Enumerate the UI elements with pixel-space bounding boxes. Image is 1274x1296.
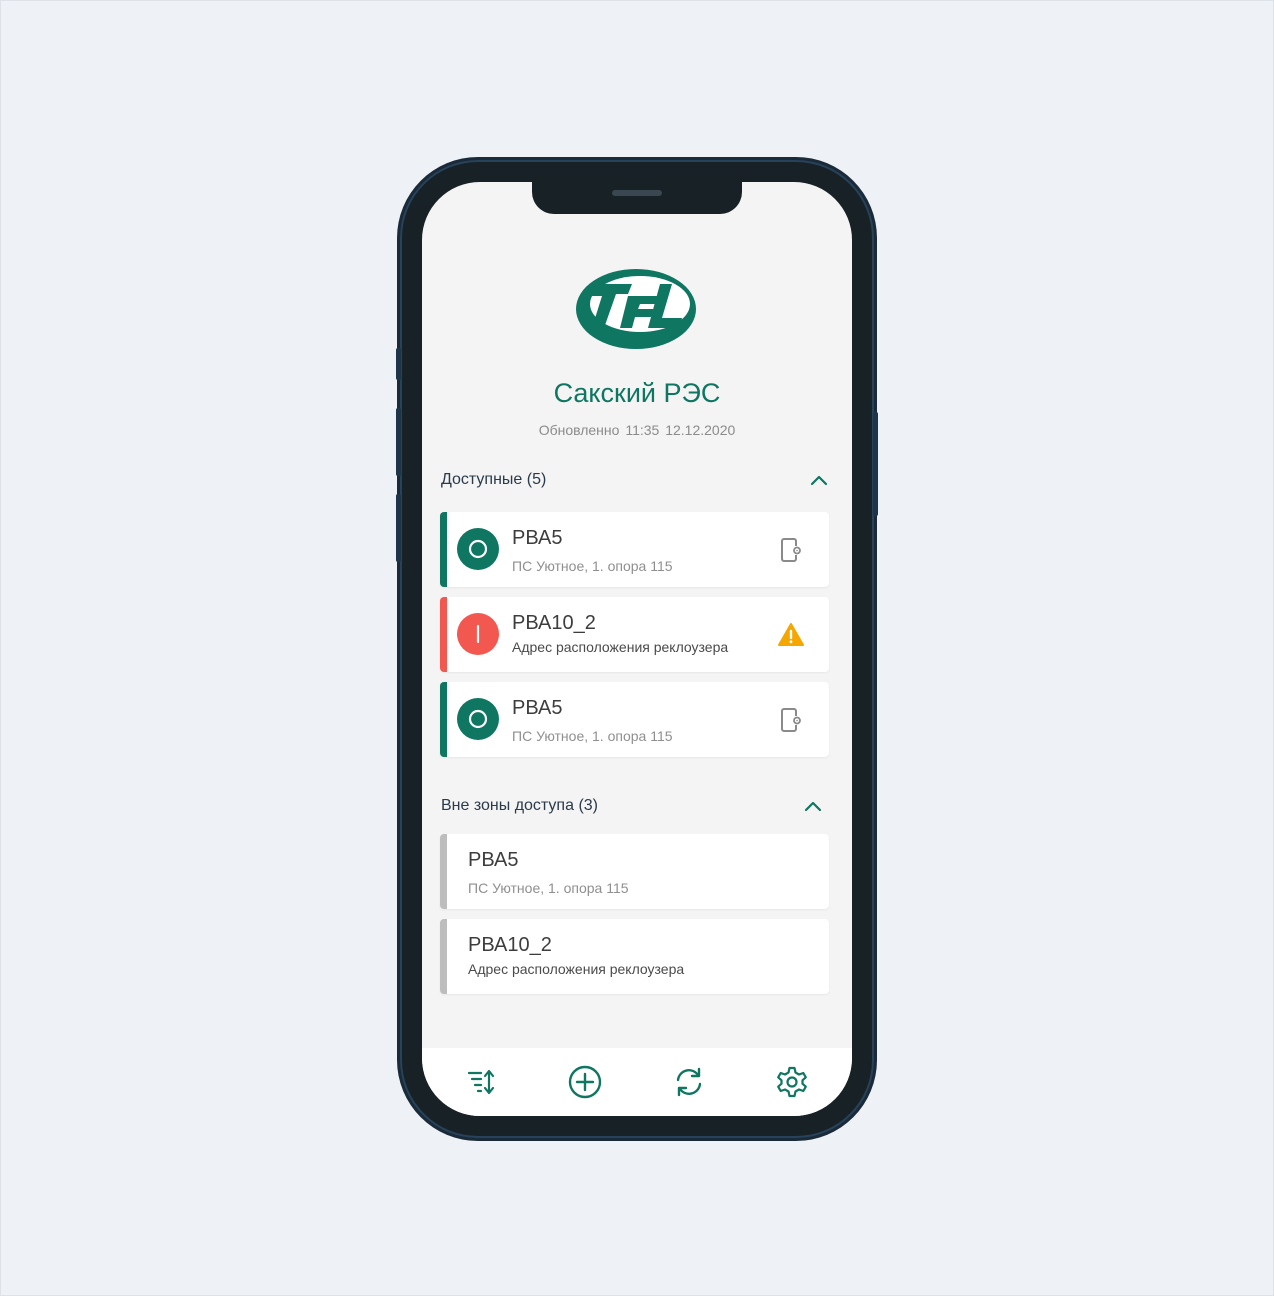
section-available-header[interactable]: Доступные (5) bbox=[441, 468, 830, 492]
settings-button[interactable] bbox=[741, 1048, 853, 1116]
bottom-navigation bbox=[422, 1048, 852, 1116]
device-settings-icon[interactable] bbox=[777, 706, 805, 734]
updated-status: Обновленно 11:35 12.12.2020 bbox=[422, 422, 852, 438]
app-screen: Сакский РЭС Обновленно 11:35 12.12.2020 … bbox=[422, 182, 852, 1116]
list-item[interactable]: РВА5 ПС Уютное, 1. опора 115 bbox=[440, 512, 829, 587]
sort-icon bbox=[467, 1069, 494, 1095]
updated-label: Обновленно bbox=[538, 422, 620, 438]
list-item[interactable]: РВА10_2 Адрес расположения реклоузера bbox=[440, 919, 829, 994]
status-bar bbox=[440, 919, 447, 994]
company-logo bbox=[576, 269, 696, 349]
device-address: Адрес расположения реклоузера bbox=[468, 961, 685, 977]
refresh-icon bbox=[676, 1067, 701, 1097]
sort-button[interactable] bbox=[422, 1048, 534, 1116]
add-icon bbox=[569, 1065, 602, 1099]
chevron-up-icon[interactable] bbox=[808, 469, 830, 491]
device-name: РВА5 bbox=[512, 697, 563, 719]
volume-down-button bbox=[396, 494, 401, 562]
status-bar bbox=[440, 597, 447, 672]
list-item[interactable]: РВА5 ПС Уютное, 1. опора 115 bbox=[440, 834, 829, 909]
status-on-icon bbox=[457, 613, 499, 655]
status-bar bbox=[440, 682, 447, 757]
power-button bbox=[873, 412, 878, 516]
device-address: ПС Уютное, 1. опора 115 bbox=[512, 728, 673, 744]
device-address: ПС Уютное, 1. опора 115 bbox=[468, 880, 629, 896]
volume-up-button bbox=[396, 408, 401, 476]
phone-frame: Сакский РЭС Обновленно 11:35 12.12.2020 … bbox=[396, 160, 878, 1138]
status-bar bbox=[440, 834, 447, 909]
section-unavailable-title: Вне зоны доступа (3) bbox=[441, 797, 598, 814]
warning-icon[interactable] bbox=[777, 621, 805, 649]
status-off-icon bbox=[457, 698, 499, 740]
device-name: РВА5 bbox=[468, 849, 519, 871]
add-button[interactable] bbox=[534, 1048, 638, 1116]
refresh-button[interactable] bbox=[637, 1048, 741, 1116]
status-bar bbox=[440, 512, 447, 587]
mute-switch bbox=[396, 348, 401, 380]
speaker bbox=[612, 190, 662, 196]
device-address: Адрес расположения реклоузера bbox=[512, 639, 729, 655]
device-name: РВА10_2 bbox=[512, 612, 596, 634]
updated-time: 11:35 bbox=[625, 422, 660, 438]
list-item[interactable]: РВА10_2 Адрес расположения реклоузера bbox=[440, 597, 829, 672]
chevron-up-icon[interactable] bbox=[802, 795, 824, 817]
section-unavailable-header[interactable]: Вне зоны доступа (3) bbox=[441, 794, 830, 818]
settings-icon bbox=[777, 1066, 808, 1098]
section-available-title: Доступные (5) bbox=[441, 471, 547, 488]
notch bbox=[532, 182, 742, 214]
page-title: Сакский РЭС bbox=[553, 378, 721, 408]
list-item[interactable]: РВА5 ПС Уютное, 1. опора 115 bbox=[440, 682, 829, 757]
device-name: РВА10_2 bbox=[468, 934, 552, 956]
status-off-icon bbox=[457, 528, 499, 570]
device-address: ПС Уютное, 1. опора 115 bbox=[512, 558, 673, 574]
updated-date: 12.12.2020 bbox=[665, 422, 736, 438]
device-settings-icon[interactable] bbox=[777, 536, 805, 564]
device-name: РВА5 bbox=[512, 527, 563, 549]
